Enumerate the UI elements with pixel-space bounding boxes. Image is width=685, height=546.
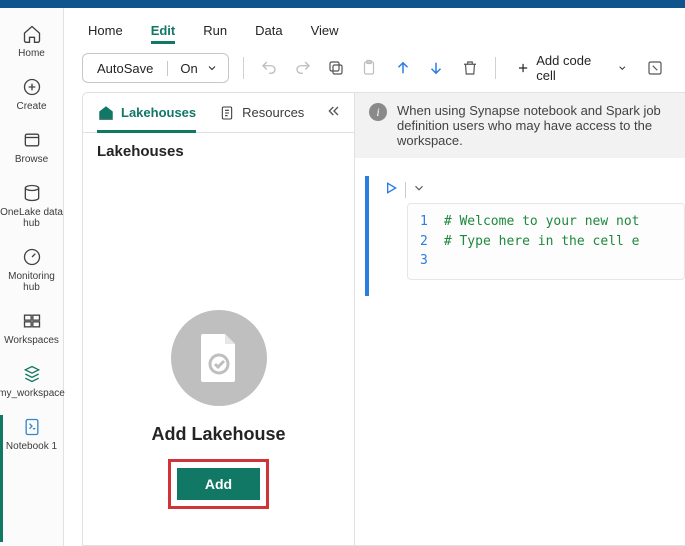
nav-monitoring-label: Monitoring hub <box>0 271 64 293</box>
autosave-toggle[interactable]: AutoSave On <box>82 53 229 83</box>
placeholder-title: Add Lakehouse <box>151 424 285 445</box>
placeholder-graphic <box>171 310 267 406</box>
nav-browse-label: Browse <box>15 154 48 165</box>
move-down-button[interactable] <box>425 55 448 81</box>
nav-onelake[interactable]: OneLake data hub <box>0 177 64 233</box>
nav-create[interactable]: Create <box>0 71 64 116</box>
menu-run[interactable]: Run <box>203 23 227 38</box>
collapse-panel-button[interactable] <box>326 103 342 122</box>
code-editor[interactable]: 1 2 3 # Welcome to your new not # Type h… <box>407 203 685 280</box>
explorer-panel: Lakehouses Resources Lakehouses <box>83 93 355 545</box>
line-gutter: 1 2 3 <box>420 212 444 271</box>
nav-notebook-label: Notebook 1 <box>6 441 57 452</box>
plus-icon <box>516 60 530 76</box>
highlight-box: Add <box>168 459 269 509</box>
nav-monitoring[interactable]: Monitoring hub <box>0 241 64 297</box>
autosave-state: On <box>180 61 197 76</box>
nav-home[interactable]: Home <box>0 18 64 63</box>
menu-bar: Home Edit Run Data View <box>64 8 685 44</box>
code-cell[interactable]: 1 2 3 # Welcome to your new not # Type h… <box>365 176 685 296</box>
add-code-cell-label: Add code cell <box>536 53 605 83</box>
tab-lakehouses-label: Lakehouses <box>121 105 196 120</box>
nav-my-workspace-label: my_workspace <box>0 388 65 399</box>
convert-button[interactable] <box>644 55 667 81</box>
home-icon <box>20 22 44 46</box>
copy-button[interactable] <box>324 55 347 81</box>
nav-workspaces-label: Workspaces <box>4 335 59 346</box>
toolbar: AutoSave On <box>64 44 685 92</box>
nav-my-workspace[interactable]: my_workspace <box>0 358 64 403</box>
chevron-down-icon <box>206 62 218 74</box>
workspace-icon <box>20 362 44 386</box>
tab-resources[interactable]: Resources <box>218 104 304 122</box>
info-icon: i <box>369 103 387 121</box>
redo-button[interactable] <box>291 55 314 81</box>
paste-button[interactable] <box>358 55 381 81</box>
menu-home[interactable]: Home <box>88 23 123 38</box>
add-lakehouse-button[interactable]: Add <box>177 468 260 500</box>
undo-button[interactable] <box>258 55 281 81</box>
tab-resources-label: Resources <box>242 105 304 120</box>
notebook-area: i When using Synapse notebook and Spark … <box>355 93 685 545</box>
menu-view[interactable]: View <box>311 23 339 38</box>
move-up-button[interactable] <box>391 55 414 81</box>
nav-workspaces[interactable]: Workspaces <box>0 305 64 350</box>
database-icon <box>20 181 44 205</box>
cell-active-indicator <box>365 176 369 296</box>
workspaces-icon <box>20 309 44 333</box>
code-text: # Welcome to your new not # Type here in… <box>444 212 640 271</box>
menu-data[interactable]: Data <box>255 23 282 38</box>
nav-home-label: Home <box>18 48 45 59</box>
browse-icon <box>20 128 44 152</box>
nav-create-label: Create <box>16 101 46 112</box>
menu-edit[interactable]: Edit <box>151 23 176 38</box>
info-banner: i When using Synapse notebook and Spark … <box>355 93 685 158</box>
cell-menu-button[interactable] <box>412 181 426 198</box>
nav-browse[interactable]: Browse <box>0 124 64 169</box>
autosave-label: AutoSave <box>97 61 153 76</box>
left-nav-rail: Home Create Browse OneLake data hub Moni… <box>0 8 64 546</box>
panel-heading: Lakehouses <box>83 133 354 170</box>
tab-lakehouses[interactable]: Lakehouses <box>97 104 196 122</box>
monitoring-icon <box>20 245 44 269</box>
resources-icon <box>218 104 236 122</box>
add-code-cell-button[interactable]: Add code cell <box>510 49 634 87</box>
delete-button[interactable] <box>458 55 481 81</box>
plus-circle-icon <box>20 75 44 99</box>
nav-onelake-label: OneLake data hub <box>0 207 64 229</box>
notebook-icon <box>20 415 44 439</box>
info-banner-text: When using Synapse notebook and Spark jo… <box>397 103 671 148</box>
nav-notebook[interactable]: Notebook 1 <box>0 411 64 546</box>
chevron-down-icon <box>617 62 628 74</box>
lakehouse-icon <box>97 104 115 122</box>
run-cell-button[interactable] <box>383 180 399 199</box>
